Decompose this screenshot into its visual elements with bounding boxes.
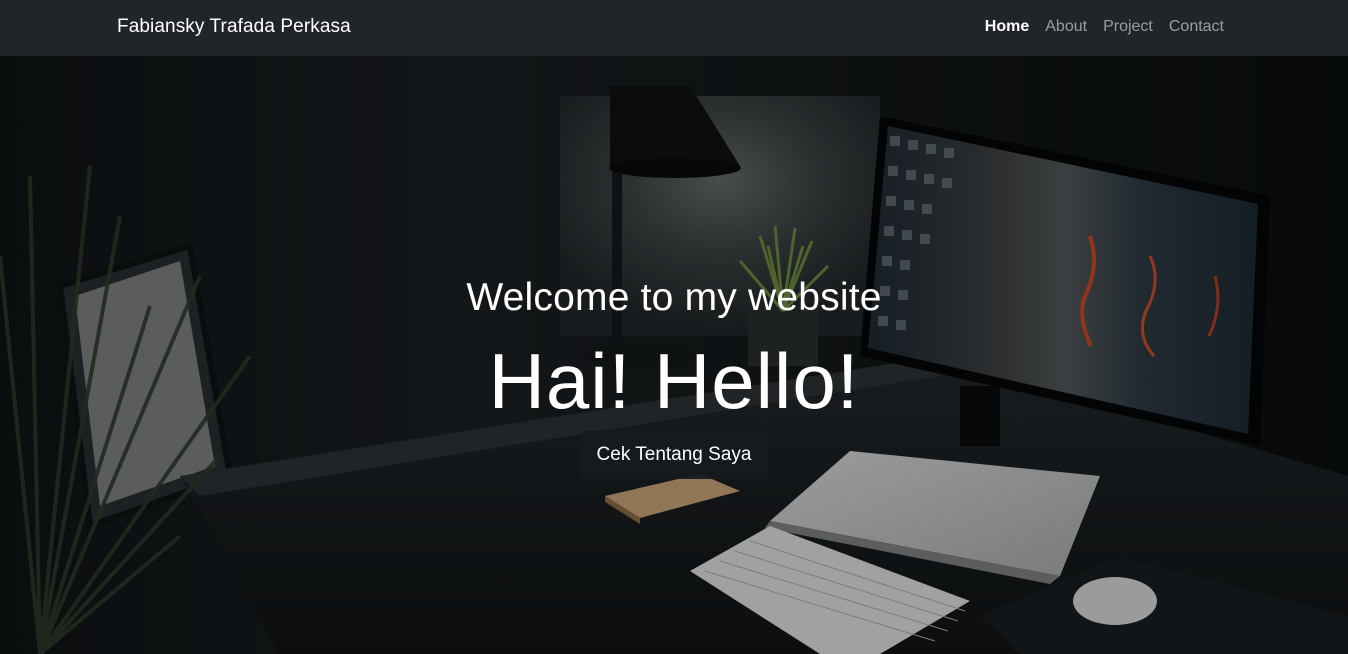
hero-content: Welcome to my website Hai! Hello! Cek Te… [0, 56, 1348, 654]
brand-link[interactable]: Fabiansky Trafada Perkasa [117, 16, 351, 38]
nav-link-home[interactable]: Home [985, 18, 1029, 36]
page: Fabiansky Trafada Perkasa Home About Pro… [0, 0, 1348, 654]
navbar: Fabiansky Trafada Perkasa Home About Pro… [0, 0, 1348, 56]
nav-menu: Home About Project Contact [985, 18, 1224, 36]
hero-section: Welcome to my website Hai! Hello! Cek Te… [0, 56, 1348, 654]
nav-link-contact[interactable]: Contact [1169, 18, 1224, 36]
cek-tentang-saya-button[interactable]: Cek Tentang Saya [580, 431, 768, 479]
hero-headline: Hai! Hello! [488, 337, 860, 425]
nav-link-project[interactable]: Project [1103, 18, 1153, 36]
nav-link-about[interactable]: About [1045, 18, 1087, 36]
hero-subtitle: Welcome to my website [466, 276, 882, 319]
